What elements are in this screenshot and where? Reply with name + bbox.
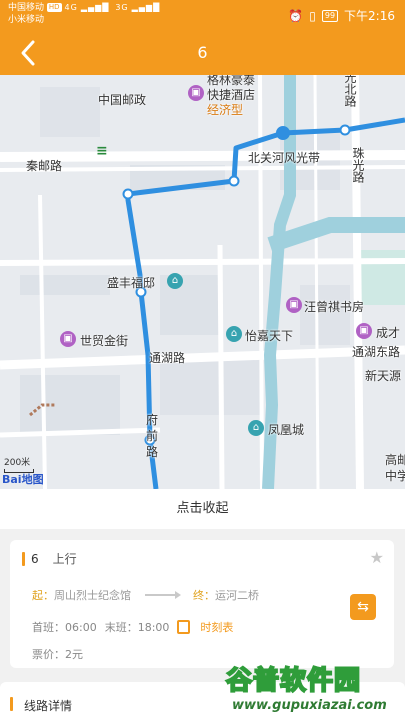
hd-badge: HD	[46, 3, 62, 12]
route-details-label: 线路详情	[24, 699, 73, 713]
first-time: 06:00	[65, 621, 97, 634]
label-post-office: 中国邮政	[98, 93, 147, 107]
label-gaoyou-2: 中学	[385, 469, 405, 483]
label-fu-road-1: 府	[146, 413, 159, 427]
service-times: 首班：06:00 末班：18:00 时刻表	[32, 619, 234, 635]
label-chengcai: 成才	[376, 326, 401, 340]
building-icon: ⌂	[226, 326, 242, 342]
line-number: 6	[31, 551, 39, 566]
swap-direction-icon[interactable]: ⇆	[350, 594, 376, 620]
route-map[interactable]: 中国邮政 ▣ 格林豪泰 快捷酒店 经济型 秦邮路 ≡ 北关河风光带 光北路 珠光…	[0, 75, 405, 489]
label-yiyou-road: 秦邮路	[26, 159, 63, 173]
shop-icon: ▣	[286, 297, 302, 313]
route-card: 6 上行 ★ 起： 周山烈士纪念馆 终： 运河二桥 ⇆ 首班：06:00 末班：…	[10, 540, 394, 668]
signal-1: 4G	[64, 3, 78, 12]
accent-bar	[22, 551, 25, 566]
watermark-url: www.gupuxiazai.com	[232, 698, 387, 713]
to-label: 终：	[193, 589, 215, 602]
label-fu-road-2: 前	[146, 429, 159, 443]
battery-icon: 99	[321, 9, 339, 22]
label-fenghuang: 凤凰城	[268, 423, 305, 437]
label-shimao: 世贸金街	[80, 334, 129, 348]
calendar-icon[interactable]	[177, 620, 191, 634]
carrier-1: 中国移动	[8, 3, 45, 13]
label-shengfeng: 盛丰福邸	[107, 276, 156, 290]
building-icon: ⌂	[248, 420, 264, 436]
label-xintian: 新天源	[365, 369, 402, 383]
carrier-2: 小米移动	[8, 15, 45, 25]
collapse-button[interactable]: 点击收起	[0, 489, 405, 529]
label-tonghu-east: 通湖东路	[352, 345, 401, 359]
fare-info: 票价：2元	[32, 648, 83, 661]
label-fu-road-3: 路	[146, 445, 159, 459]
label-hotel-3: 经济型	[207, 103, 244, 117]
label-beiguan: 北关河风光带	[248, 151, 321, 165]
status-bar: 中国移动 HD 4G ▂▄▆█ 3G ▂▄▆█ 小米移动 ⏰ ▯ 99 下午2:16	[0, 0, 405, 30]
favorite-star-icon[interactable]: ★	[370, 548, 384, 567]
route-stops: 起： 周山烈士纪念馆 终： 运河二桥	[32, 587, 292, 603]
shop-icon: ▣	[356, 323, 372, 339]
building-icon: ⌂	[167, 273, 183, 289]
label-gaoyou-1: 高邮	[385, 453, 405, 467]
to-stop: 运河二桥	[215, 589, 259, 602]
label-tonghu: 通湖路	[149, 351, 186, 365]
direction-label: 上行	[52, 552, 77, 566]
timetable-link[interactable]: 时刻表	[200, 619, 233, 635]
label-wangzeng: 汪曾祺书房	[304, 300, 365, 314]
fare-value: 2元	[65, 648, 83, 661]
label-yijia: 怡嘉天下	[245, 329, 294, 343]
watermark: 谷普软件园 www.gupuxiazai.com	[218, 660, 405, 720]
last-time: 18:00	[137, 621, 170, 634]
vibrate-icon: ▯	[309, 8, 316, 23]
arrow-icon	[145, 591, 181, 599]
hotel-icon: ▣	[188, 85, 204, 101]
signal-2: 3G	[115, 3, 129, 12]
label-north-road: 光北路	[343, 75, 357, 107]
post-office-icon: ≡	[96, 143, 108, 159]
watermark-title: 谷普软件园	[225, 665, 362, 697]
from-stop: 周山烈士纪念馆	[54, 589, 131, 602]
baidu-logo: Bai地图	[2, 473, 44, 486]
label-zhuguang: 珠光路	[351, 147, 365, 183]
clock: 下午2:16	[344, 9, 395, 23]
accent-bar	[10, 697, 13, 711]
alarm-icon: ⏰	[288, 8, 304, 23]
shop-icon: ▣	[60, 331, 76, 347]
app-bar: 6	[0, 30, 405, 75]
from-label: 起：	[32, 589, 54, 602]
page-title: 6	[197, 43, 208, 62]
